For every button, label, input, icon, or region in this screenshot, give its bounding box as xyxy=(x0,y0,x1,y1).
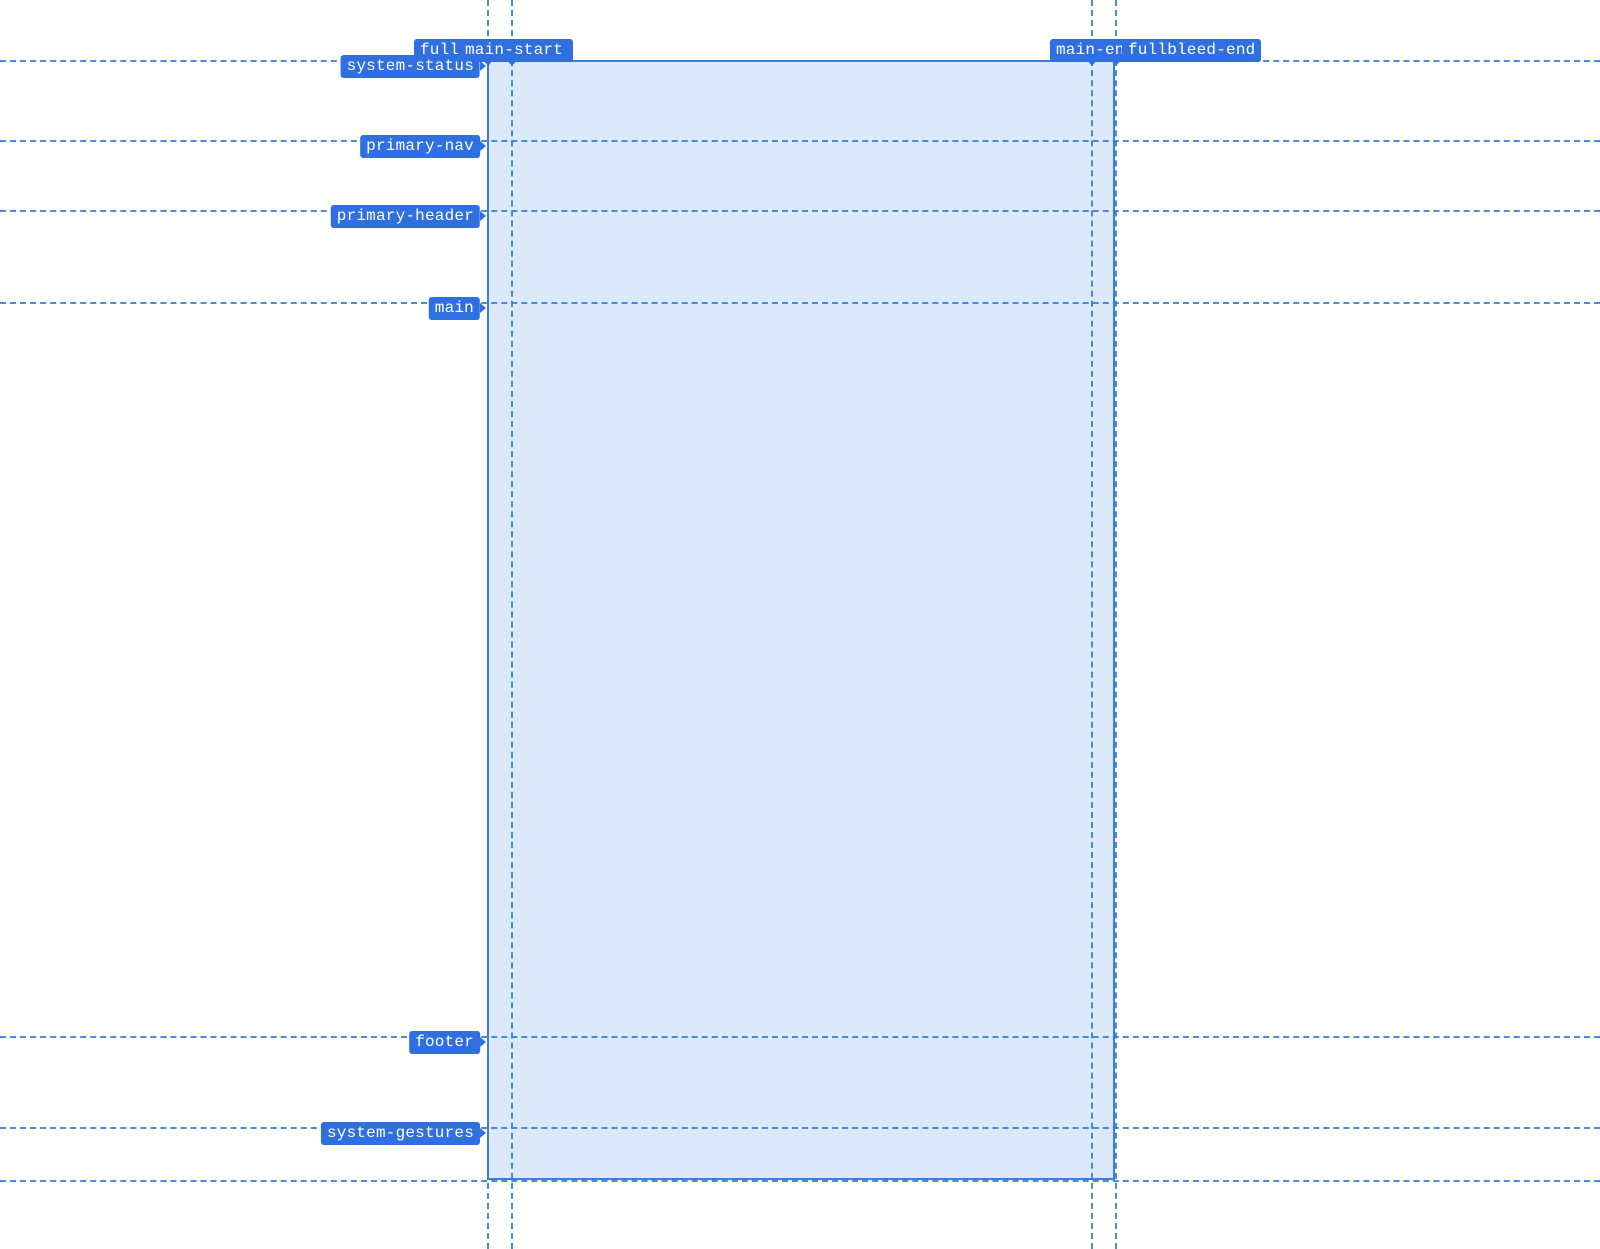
tick-fullbleed-end xyxy=(1111,60,1121,66)
tick-main-start xyxy=(507,60,517,66)
label-primary-header: primary-header xyxy=(331,205,480,228)
row-system-status xyxy=(0,60,1600,62)
label-footer: footer xyxy=(409,1031,480,1054)
row-device-bottom xyxy=(0,1180,1600,1182)
col-main-end xyxy=(1091,0,1093,1249)
row-system-gestures xyxy=(0,1127,1600,1129)
tick-main-end xyxy=(1087,60,1097,66)
tick-footer xyxy=(480,1037,486,1047)
col-main-start xyxy=(511,0,513,1249)
tick-system-status xyxy=(480,61,486,71)
tick-primary-nav xyxy=(480,141,486,151)
col-fullbleed-end xyxy=(1115,0,1117,1249)
row-primary-nav xyxy=(0,140,1600,142)
tick-primary-header xyxy=(480,211,486,221)
row-footer xyxy=(0,1036,1600,1038)
row-main xyxy=(0,302,1600,304)
label-main: main xyxy=(429,297,480,320)
row-primary-header xyxy=(0,210,1600,212)
label-system-status: system-status xyxy=(341,55,480,78)
grid-diagram: fullbleed-start main-start main-end full… xyxy=(0,0,1600,1249)
label-fullbleed-end: fullbleed-end xyxy=(1122,39,1261,62)
col-fullbleed-start xyxy=(487,0,489,1249)
tick-main xyxy=(480,303,486,313)
label-primary-nav: primary-nav xyxy=(360,135,480,158)
tick-system-gestures xyxy=(480,1128,486,1138)
label-system-gestures: system-gestures xyxy=(321,1122,480,1145)
device-frame xyxy=(487,60,1115,1180)
